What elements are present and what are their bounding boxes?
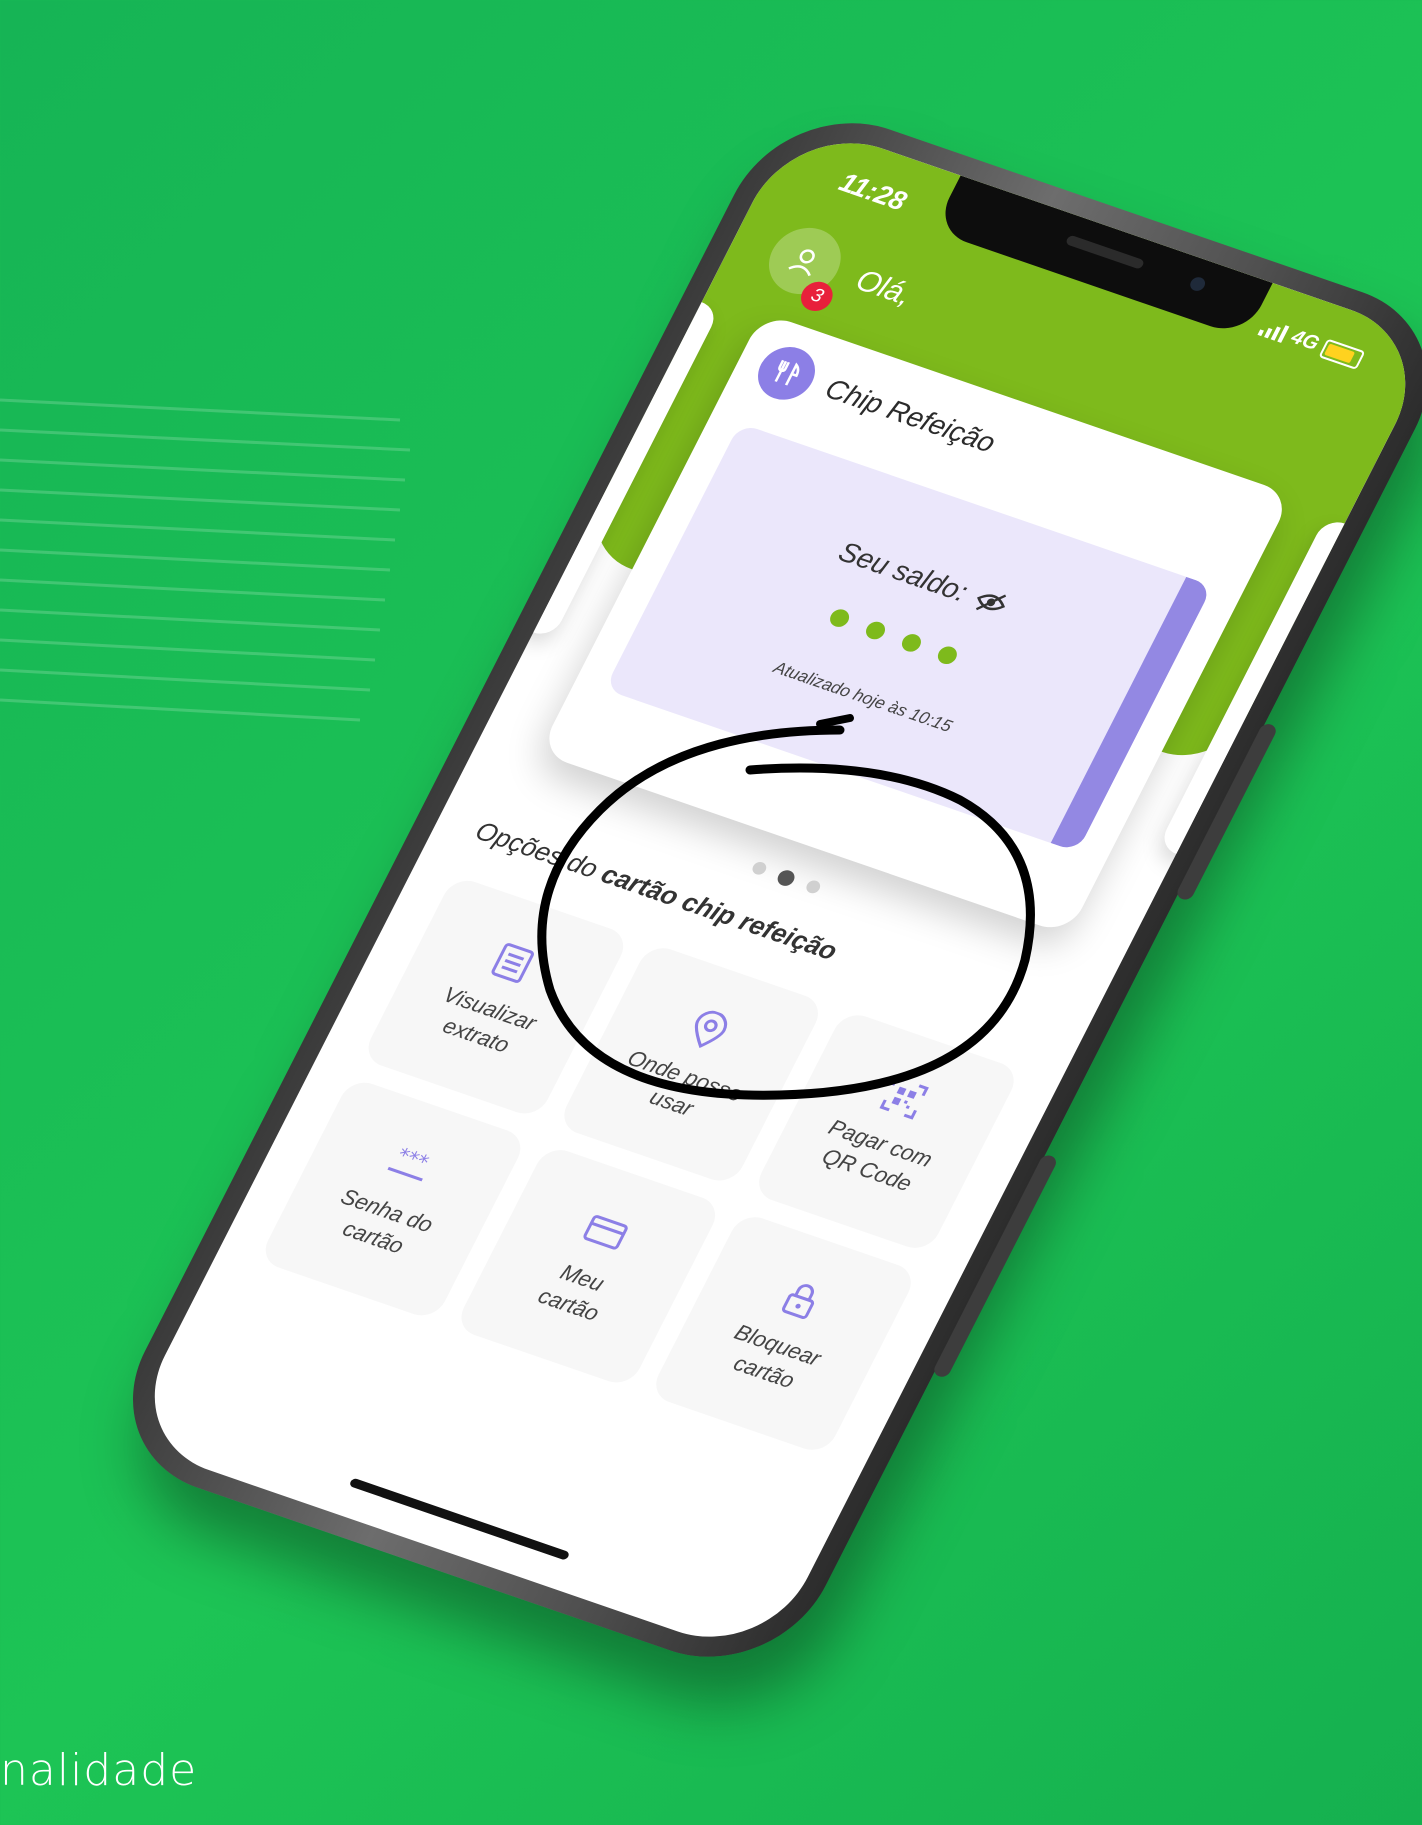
option-label: Pagar com QR Code — [817, 1114, 937, 1197]
balance-label: Seu saldo: — [833, 535, 974, 608]
battery-icon — [1318, 338, 1366, 370]
network-type: 4G — [1287, 326, 1323, 355]
balance-dot — [862, 619, 889, 642]
eye-hidden-icon[interactable] — [971, 586, 1012, 620]
svg-text:***: *** — [393, 1143, 432, 1174]
option-label: Senha do cartão — [336, 1184, 438, 1259]
balance-dot — [826, 606, 853, 630]
balance-dot — [934, 644, 961, 667]
balance-dot — [898, 631, 925, 655]
user-icon — [788, 249, 815, 277]
lock-icon — [781, 1284, 814, 1320]
password-icon: *** — [387, 1143, 433, 1182]
background-streaks — [0, 398, 411, 722]
signal-icon — [1257, 324, 1290, 343]
cutlery-icon — [748, 339, 825, 407]
card-icon — [583, 1215, 628, 1250]
option-label: Bloquear cartão — [729, 1319, 826, 1394]
highlight-circle — [537, 714, 1035, 1100]
option-label: Meu cartão — [534, 1259, 609, 1326]
footer-text: nalidade — [0, 1745, 198, 1796]
card-title: Chip Refeição — [820, 372, 1001, 459]
